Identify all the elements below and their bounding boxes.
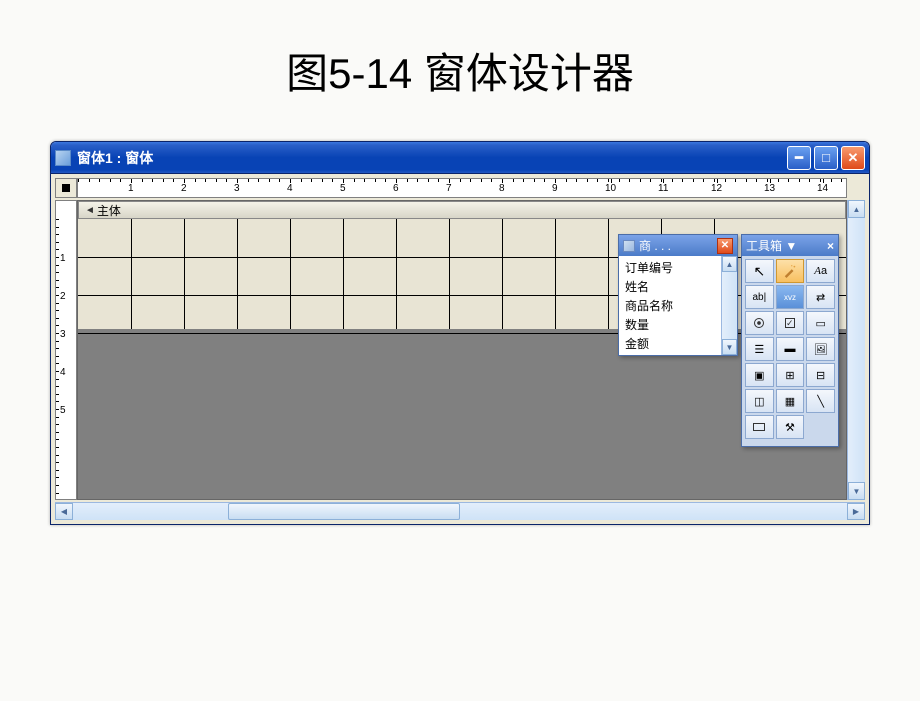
scroll-track[interactable]: [848, 218, 865, 482]
tool-pagebreak[interactable]: ⊟: [806, 363, 835, 387]
scroll-right-button[interactable]: ▶: [847, 503, 865, 520]
form-icon: [55, 150, 71, 166]
tool-listbox[interactable]: ☰: [745, 337, 774, 361]
ruler-tick: 4: [287, 183, 293, 194]
tool-textbox[interactable]: ab|: [745, 285, 774, 309]
tool-tab[interactable]: ◫: [745, 389, 774, 413]
ruler-tick: 11: [658, 183, 668, 194]
tool-more[interactable]: ⚒: [776, 415, 805, 439]
v-ruler-tick: 4: [60, 367, 66, 378]
ruler-tick: 6: [393, 183, 399, 194]
window-title: 窗体1 : 窗体: [77, 148, 787, 168]
tool-combo[interactable]: ▭: [806, 311, 835, 335]
tool-option[interactable]: [745, 311, 774, 335]
ruler-tick: 3: [234, 183, 240, 194]
toolbox-title: 工具箱 ▼: [746, 237, 797, 254]
tool-checkbox[interactable]: ✓: [776, 311, 805, 335]
v-ruler-tick: 3: [60, 329, 66, 340]
tool-wizard[interactable]: [776, 259, 805, 283]
tool-toggle[interactable]: ⇄: [806, 285, 835, 309]
ruler-tick: 13: [764, 183, 775, 194]
tool-label[interactable]: Aa: [806, 259, 835, 283]
vertical-ruler[interactable]: 1 2 3 4 5: [55, 200, 77, 500]
field-list-close-button[interactable]: ✕: [717, 238, 733, 254]
field-list[interactable]: 订单编号姓名商品名称数量金额: [619, 256, 721, 355]
field-list-title: 商 . . .: [639, 237, 671, 254]
field-list-header[interactable]: 商 . . . ✕: [619, 235, 737, 256]
tool-pointer[interactable]: ↖: [745, 259, 774, 283]
tool-image[interactable]: 🖼: [806, 337, 835, 361]
scroll-left-button[interactable]: ◀: [55, 503, 73, 520]
ruler-tick: 9: [552, 183, 558, 194]
ruler-tick: 2: [181, 183, 187, 194]
ruler-tick: 12: [711, 183, 722, 194]
tool-button[interactable]: ▬: [776, 337, 805, 361]
ruler-tick: 1: [128, 183, 134, 194]
ruler-tick: 14: [817, 183, 828, 194]
tool-blue-box[interactable]: xvz: [776, 285, 805, 309]
tool-rectangle[interactable]: [745, 415, 774, 439]
field-scroll-up[interactable]: ▲: [722, 256, 737, 272]
titlebar[interactable]: 窗体1 : 窗体 ━ □ ✕: [51, 142, 869, 174]
field-item-1[interactable]: 姓名: [619, 277, 721, 296]
detail-section-label: 主体: [97, 202, 121, 219]
form-designer-window: 窗体1 : 窗体 ━ □ ✕ 1234567891011121314 12345…: [50, 141, 870, 525]
toolbox-panel[interactable]: 工具箱 ▼ × ↖ Aa ab|xvz⇄✓▭ ☰▬🖼 ▣⊞⊟ ◫▦╲⚒: [741, 234, 839, 447]
v-ruler-tick: 5: [60, 405, 66, 416]
scroll-down-button[interactable]: ▼: [848, 482, 865, 500]
ruler-tick: 7: [446, 183, 452, 194]
v-ruler-tick: 1: [60, 253, 66, 264]
scroll-up-button[interactable]: ▲: [848, 200, 865, 218]
vertical-scrollbar[interactable]: ▲ ▼: [847, 200, 865, 500]
close-button[interactable]: ✕: [841, 146, 865, 170]
toolbox-close-button[interactable]: ×: [827, 239, 834, 253]
tool-line[interactable]: ╲: [806, 389, 835, 413]
detail-section-header[interactable]: 主体: [78, 201, 846, 219]
field-scroll-down[interactable]: ▼: [722, 339, 737, 355]
tool-unbound[interactable]: ▣: [745, 363, 774, 387]
ruler-tick: 10: [605, 183, 616, 194]
minimize-button[interactable]: ━: [787, 146, 811, 170]
ruler-tick: 5: [340, 183, 346, 194]
h-scroll-track[interactable]: [73, 503, 847, 520]
maximize-button[interactable]: □: [814, 146, 838, 170]
field-list-scrollbar[interactable]: ▲ ▼: [721, 256, 737, 355]
tool-subform[interactable]: ▦: [776, 389, 805, 413]
v-ruler-tick: 2: [60, 291, 66, 302]
field-list-icon: [623, 240, 635, 252]
field-list-panel[interactable]: 商 . . . ✕ 订单编号姓名商品名称数量金额 ▲ ▼: [618, 234, 738, 356]
figure-title: 图5-14 窗体设计器: [50, 40, 870, 101]
horizontal-scrollbar[interactable]: ◀ ▶: [55, 502, 865, 520]
field-item-0[interactable]: 订单编号: [619, 258, 721, 277]
ruler-corner[interactable]: [55, 178, 77, 198]
field-item-3[interactable]: 数量: [619, 315, 721, 334]
horizontal-ruler[interactable]: 1234567891011121314: [77, 178, 847, 198]
toolbox-grid: ↖ Aa ab|xvz⇄✓▭ ☰▬🖼 ▣⊞⊟ ◫▦╲⚒: [742, 256, 838, 442]
h-scroll-thumb[interactable]: [228, 503, 460, 520]
ruler-tick: 8: [499, 183, 505, 194]
field-item-4[interactable]: 金额: [619, 334, 721, 353]
field-item-2[interactable]: 商品名称: [619, 296, 721, 315]
tool-bound[interactable]: ⊞: [776, 363, 805, 387]
toolbox-header[interactable]: 工具箱 ▼ ×: [742, 235, 838, 256]
